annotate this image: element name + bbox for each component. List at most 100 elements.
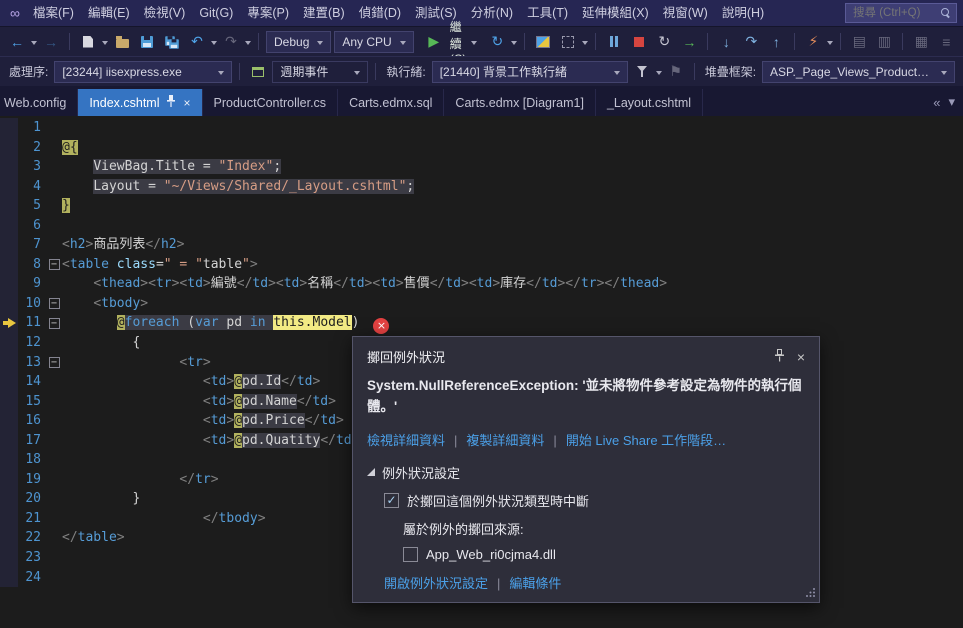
start-live-share-link[interactable]: 開始 Live Share 工作階段… bbox=[544, 430, 726, 449]
process-dropdown[interactable]: [23244] iisexpress.exe bbox=[54, 60, 233, 83]
breakpoint-margin[interactable] bbox=[0, 352, 18, 373]
breakpoint-margin[interactable] bbox=[0, 528, 18, 549]
popup-close-icon[interactable]: × bbox=[797, 349, 805, 365]
tab-carts-edmx-sql[interactable]: Carts.edmx.sql bbox=[338, 89, 445, 116]
breakpoints-window-icon[interactable]: ▤ bbox=[848, 30, 870, 54]
menu-edit[interactable]: 編輯(E) bbox=[81, 0, 137, 26]
section-expander-icon[interactable] bbox=[367, 468, 375, 477]
scroll-tabs-icon[interactable]: « bbox=[933, 95, 940, 110]
breakpoint-margin[interactable] bbox=[0, 118, 18, 138]
breakpoint-margin[interactable] bbox=[0, 293, 18, 314]
code-text[interactable] bbox=[62, 216, 963, 236]
breakpoint-margin[interactable] bbox=[0, 254, 18, 275]
breakpoint-margin[interactable] bbox=[0, 469, 18, 490]
breakpoint-margin[interactable] bbox=[0, 430, 18, 451]
view-details-link[interactable]: 檢視詳細資料 bbox=[367, 430, 445, 449]
tab-web-config[interactable]: Web.config bbox=[0, 89, 79, 116]
edit-conditions-link[interactable]: 編輯條件 bbox=[488, 573, 561, 592]
source-dll-checkbox[interactable] bbox=[403, 546, 418, 562]
code-text[interactable]: ViewBag.Title = "Index"; bbox=[62, 157, 963, 177]
search-input[interactable] bbox=[851, 6, 937, 20]
thread-dropdown[interactable]: [21440] 背景工作執行緒 bbox=[431, 60, 628, 83]
code-text[interactable]: <tbody> bbox=[62, 294, 963, 314]
fold-collapse-icon[interactable] bbox=[48, 317, 60, 329]
break-on-exception-checkbox[interactable] bbox=[384, 492, 399, 508]
breakpoint-margin[interactable] bbox=[0, 548, 18, 568]
copy-details-link[interactable]: 複製詳細資料 bbox=[445, 430, 544, 449]
menu-project[interactable]: 專案(P) bbox=[240, 0, 296, 26]
fold-collapse-icon[interactable] bbox=[48, 356, 60, 368]
watch-window-icon[interactable]: ▦ bbox=[910, 30, 932, 54]
breakpoint-margin[interactable] bbox=[0, 372, 18, 392]
back-caret-icon[interactable] bbox=[31, 40, 37, 48]
stack-frame-dropdown[interactable]: ASP._Page_Views_Product_Index_cshtm bbox=[762, 60, 955, 83]
menu-view[interactable]: 檢視(V) bbox=[137, 0, 193, 26]
tab-carts-edmx-diagram[interactable]: Carts.edmx [Diagram1] bbox=[444, 89, 596, 116]
show-next-statement-icon[interactable]: → bbox=[678, 30, 700, 54]
breakpoint-margin[interactable] bbox=[0, 391, 18, 412]
break-all-icon[interactable] bbox=[603, 30, 625, 54]
menu-build[interactable]: 建置(B) bbox=[296, 0, 352, 26]
navigate-back-icon[interactable]: ← bbox=[6, 30, 28, 54]
filter-caret-icon[interactable] bbox=[655, 70, 662, 78]
menu-extensions[interactable]: 延伸模組(X) bbox=[575, 0, 656, 26]
open-folder-icon[interactable] bbox=[111, 30, 133, 54]
new-file-caret-icon[interactable] bbox=[102, 40, 108, 48]
fold-collapse-icon[interactable] bbox=[48, 298, 60, 310]
step-into-icon[interactable]: ↓ bbox=[715, 30, 737, 54]
redo-caret-icon[interactable] bbox=[245, 40, 251, 48]
breakpoint-margin[interactable] bbox=[0, 235, 18, 255]
picker-caret-icon[interactable] bbox=[582, 40, 589, 48]
tab-pin-icon[interactable] bbox=[166, 95, 176, 110]
popup-pin-icon[interactable] bbox=[774, 348, 785, 365]
stop-debugging-icon[interactable] bbox=[628, 30, 650, 54]
navigate-forward-icon[interactable]: → bbox=[40, 30, 62, 54]
tab-layout-cshtml[interactable]: _Layout.cshtml bbox=[596, 89, 704, 116]
code-text[interactable]: <table class=" = "table"> bbox=[62, 255, 963, 275]
tab-index-cshtml[interactable]: Index.cshtml × bbox=[78, 89, 203, 116]
popup-resize-grip[interactable] bbox=[806, 585, 816, 600]
breakpoint-margin[interactable] bbox=[0, 137, 18, 158]
menu-git[interactable]: Git(G) bbox=[192, 0, 240, 26]
redo-icon[interactable]: ↷ bbox=[220, 30, 242, 54]
undo-caret-icon[interactable] bbox=[211, 40, 217, 48]
code-text[interactable]: } bbox=[62, 196, 963, 216]
breakpoint-margin[interactable] bbox=[0, 274, 18, 294]
code-text[interactable]: @{ bbox=[62, 138, 963, 158]
code-text[interactable]: <thead><tr><td>編號</td><td>名稱</td><td>售價<… bbox=[62, 274, 963, 294]
new-file-icon[interactable] bbox=[77, 30, 99, 54]
filter-threads-icon[interactable] bbox=[631, 60, 653, 84]
apply-code-changes-icon[interactable]: ⚡ bbox=[802, 30, 824, 54]
quick-search-box[interactable] bbox=[845, 3, 957, 23]
toolbar-overflow-icon[interactable]: ≡ bbox=[935, 30, 957, 54]
platform-dropdown[interactable]: Any CPU bbox=[334, 30, 414, 53]
breakpoint-margin[interactable] bbox=[0, 450, 18, 470]
flagged-threads-icon[interactable]: ⚑ bbox=[665, 60, 687, 84]
code-text[interactable]: <h2>商品列表</h2> bbox=[62, 235, 963, 255]
lifecycle-events-dropdown[interactable]: 週期事件 bbox=[272, 60, 369, 83]
code-text[interactable]: Layout = "~/Views/Shared/_Layout.cshtml"… bbox=[62, 177, 963, 197]
menu-tools[interactable]: 工具(T) bbox=[520, 0, 575, 26]
open-exception-settings-link[interactable]: 開啟例外狀況設定 bbox=[384, 573, 488, 592]
save-icon[interactable] bbox=[136, 30, 158, 54]
breakpoint-margin[interactable] bbox=[0, 176, 18, 197]
step-out-icon[interactable]: ↑ bbox=[765, 30, 787, 54]
live-visual-tree-icon[interactable] bbox=[532, 30, 554, 54]
fold-collapse-icon[interactable] bbox=[48, 259, 60, 271]
vs-logo-icon[interactable]: ∞ bbox=[6, 5, 24, 21]
apply-caret-icon[interactable] bbox=[827, 40, 834, 48]
code-text[interactable]: @foreach (var pd in this.Model) × bbox=[62, 313, 963, 335]
code-editor[interactable]: 1 2 @{3 ViewBag.Title = "Index"; 4 Layout =… bbox=[0, 116, 963, 628]
code-text[interactable] bbox=[62, 118, 963, 138]
menu-debug[interactable]: 偵錯(D) bbox=[352, 0, 408, 26]
menu-window[interactable]: 視窗(W) bbox=[656, 0, 715, 26]
save-all-icon[interactable] bbox=[161, 30, 183, 54]
breakpoint-margin[interactable] bbox=[0, 489, 18, 509]
breakpoint-margin[interactable] bbox=[0, 313, 18, 334]
output-window-icon[interactable]: ▥ bbox=[873, 30, 895, 54]
menu-help[interactable]: 說明(H) bbox=[715, 0, 771, 26]
breakpoint-margin[interactable] bbox=[0, 157, 18, 177]
solution-config-dropdown[interactable]: Debug bbox=[266, 30, 332, 53]
undo-icon[interactable]: ↶ bbox=[186, 30, 208, 54]
breakpoint-margin[interactable] bbox=[0, 411, 18, 431]
